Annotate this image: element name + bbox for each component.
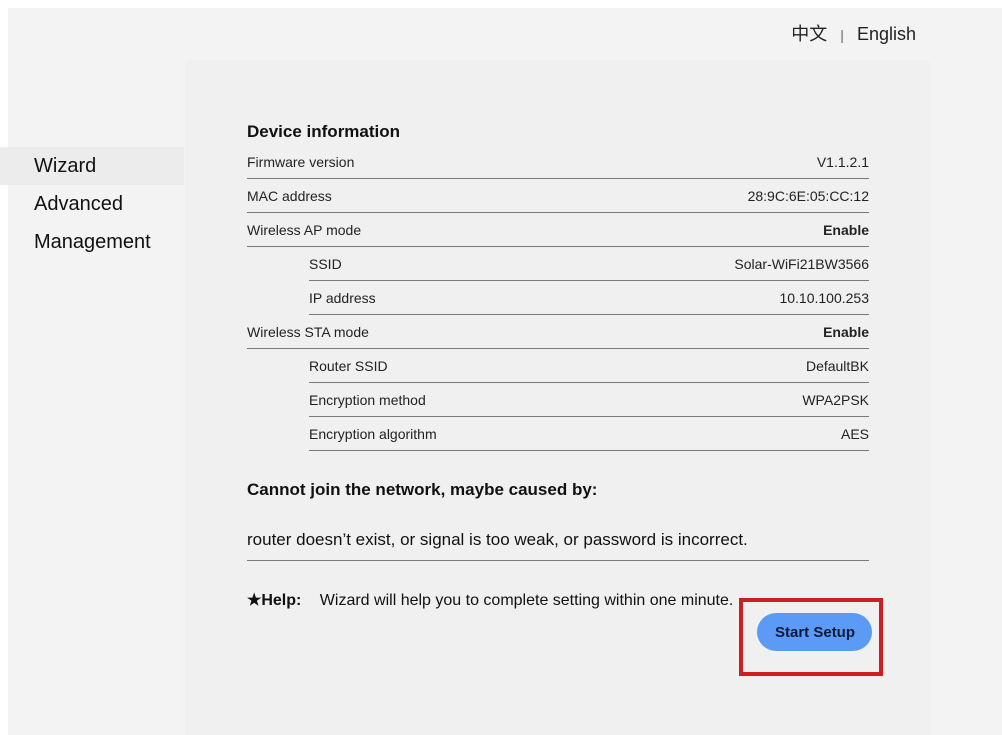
language-switcher: 中文 | English <box>791 20 916 46</box>
table-row-mac: MAC address 28:9C:6E:05:CC:12 <box>247 179 869 213</box>
table-row-encryption-algorithm: Encryption algorithm AES <box>309 417 869 451</box>
table-row-encryption-method: Encryption method WPA2PSK <box>309 383 869 417</box>
device-info-table: Firmware version V1.1.2.1 MAC address 28… <box>247 145 869 451</box>
encryption-algorithm-value: AES <box>840 425 869 442</box>
warning-text: router doesn’t exist, or signal is too w… <box>247 530 869 561</box>
table-row-router-ssid: Router SSID DefaultBK <box>309 349 869 383</box>
language-english-link[interactable]: English <box>857 24 916 44</box>
sidebar-item-wizard[interactable]: Wizard <box>0 147 184 185</box>
table-row-ip: IP address 10.10.100.253 <box>309 281 869 315</box>
ssid-label: SSID <box>309 255 342 272</box>
ap-mode-label: Wireless AP mode <box>247 221 362 238</box>
sidebar-item-advanced[interactable]: Advanced <box>0 185 184 223</box>
language-separator: | <box>840 27 844 43</box>
sidebar-item-management[interactable]: Management <box>0 223 184 261</box>
mac-value: 28:9C:6E:05:CC:12 <box>747 187 869 204</box>
firmware-value: V1.1.2.1 <box>816 153 869 170</box>
table-row-ap-mode: Wireless AP mode Enable <box>247 213 869 247</box>
language-chinese-link[interactable]: 中文 <box>791 24 827 44</box>
encryption-method-label: Encryption method <box>309 391 426 408</box>
encryption-method-value: WPA2PSK <box>802 391 869 408</box>
ssid-value: Solar-WiFi21BW3566 <box>734 255 869 272</box>
table-row-sta-mode: Wireless STA mode Enable <box>247 315 869 349</box>
router-ssid-value: DefaultBK <box>805 357 869 374</box>
warning-title: Cannot join the network, maybe caused by… <box>247 480 598 499</box>
encryption-algorithm-label: Encryption algorithm <box>309 425 437 442</box>
firmware-label: Firmware version <box>247 153 355 170</box>
mac-label: MAC address <box>247 187 332 204</box>
help-line: ★Help: Wizard will help you to complete … <box>247 590 733 610</box>
sta-mode-value: Enable <box>823 323 869 340</box>
sta-mode-label: Wireless STA mode <box>247 323 369 340</box>
main-panel: Device information Firmware version V1.1… <box>185 60 931 735</box>
ip-value: 10.10.100.253 <box>779 289 869 306</box>
table-row-firmware: Firmware version V1.1.2.1 <box>247 145 869 179</box>
help-text: Wizard will help you to complete setting… <box>319 592 734 609</box>
ip-label: IP address <box>309 289 376 306</box>
start-setup-button[interactable]: Start Setup <box>757 613 872 651</box>
ap-mode-value: Enable <box>823 221 869 238</box>
router-ssid-label: Router SSID <box>309 357 388 374</box>
device-info-title: Device information <box>247 122 401 141</box>
table-row-ssid: SSID Solar-WiFi21BW3566 <box>309 247 869 281</box>
sidebar-nav: Wizard Advanced Management <box>0 147 184 261</box>
help-label: ★Help: <box>247 592 302 609</box>
